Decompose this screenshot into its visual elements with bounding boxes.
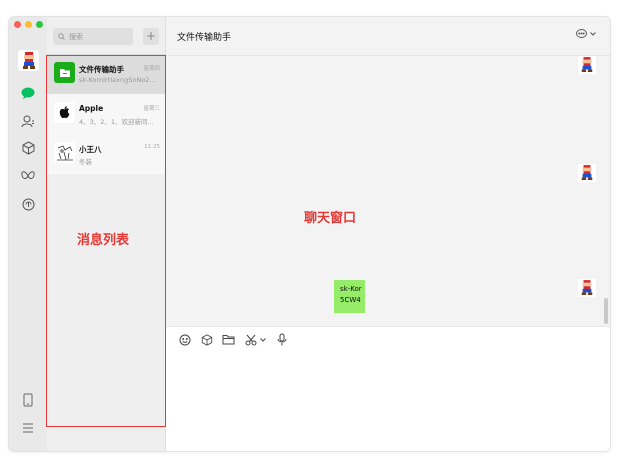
- chevron-down-icon: [590, 32, 596, 36]
- chat-list-annotation: 消息列表: [77, 233, 130, 248]
- mario-avatar-icon: [581, 165, 593, 180]
- add-button[interactable]: +: [143, 28, 159, 45]
- close-window-button[interactable]: [14, 21, 21, 28]
- moments-icon[interactable]: [19, 195, 37, 213]
- scissors-icon[interactable]: [244, 333, 266, 346]
- chat-header: 文件传输助手: [166, 17, 610, 56]
- cube-icon[interactable]: [200, 333, 213, 346]
- message-bubble[interactable]: sk-Kor 5CW4: [334, 280, 365, 313]
- cube-icon[interactable]: [19, 139, 37, 157]
- chat-item-name: 小王八: [79, 145, 102, 154]
- icon-sidebar: [9, 17, 48, 451]
- apple-icon: [54, 102, 75, 123]
- chat-item-preview: 冬装: [79, 158, 92, 166]
- chat-item-time: 星期三: [143, 106, 160, 112]
- chat-more-button[interactable]: [576, 29, 596, 39]
- input-toolbar: [178, 333, 288, 346]
- chat-item-name: 文件传输助手: [79, 65, 124, 74]
- chat-window-annotation: 聊天窗口: [304, 211, 357, 226]
- chat-item-time: 星期四: [143, 66, 160, 72]
- chat-item-name: Apple: [79, 104, 104, 113]
- traffic-lights: [14, 21, 43, 28]
- chat-item-preview: 4、3、2、1、欢迎新同...: [79, 118, 154, 126]
- microphone-icon[interactable]: [275, 333, 288, 346]
- message-line: sk-Kor: [340, 285, 362, 293]
- folder-icon: [54, 62, 75, 83]
- scrollbar[interactable]: [604, 298, 608, 324]
- message-area[interactable]: sk-Kor 5CW4: [166, 56, 610, 326]
- search-input[interactable]: 搜索: [53, 28, 133, 45]
- zoom-window-button[interactable]: [36, 21, 43, 28]
- menu-icon[interactable]: [19, 419, 37, 437]
- sketch-avatar-icon: [54, 142, 75, 163]
- chat-area: 文件传输助手 sk-Kor 5CW4: [166, 17, 610, 451]
- chat-title: 文件传输助手: [177, 33, 232, 43]
- wechat-window: 搜索 + 文件传输助手 星期四 sk-KornIrtIaxngSnNo2... …: [8, 16, 611, 452]
- chevron-down-icon: [259, 337, 266, 342]
- butterfly-icon[interactable]: [19, 167, 37, 185]
- mario-avatar-icon: [581, 57, 593, 72]
- chat-item-time: 11:25: [144, 144, 160, 150]
- chat-item-preview: sk-KornIrtIaxngSnNo2...: [79, 76, 156, 84]
- chat-item-apple[interactable]: Apple 星期三 4、3、2、1、欢迎新同...: [47, 94, 165, 134]
- sender-avatar: [578, 279, 596, 297]
- search-icon: [58, 33, 65, 40]
- chat-icon[interactable]: [19, 84, 37, 102]
- mario-avatar-icon: [22, 51, 35, 69]
- message-line: 5CW4: [340, 296, 361, 304]
- chat-item-xiaowangba[interactable]: 小王八 11:25 冬装: [47, 134, 165, 174]
- folder-icon[interactable]: [222, 333, 235, 346]
- chat-item-file-transfer[interactable]: 文件传输助手 星期四 sk-KornIrtIaxngSnNo2...: [47, 54, 165, 94]
- sender-avatar: [578, 164, 596, 182]
- emoji-icon[interactable]: [178, 333, 191, 346]
- chat-bubble-icon: [576, 29, 587, 38]
- user-avatar[interactable]: [18, 50, 39, 71]
- mario-avatar-icon: [581, 280, 593, 295]
- minimize-window-button[interactable]: [25, 21, 32, 28]
- search-placeholder: 搜索: [69, 32, 83, 41]
- phone-icon[interactable]: [19, 391, 37, 409]
- contacts-icon[interactable]: [19, 112, 37, 130]
- sender-avatar: [578, 56, 596, 74]
